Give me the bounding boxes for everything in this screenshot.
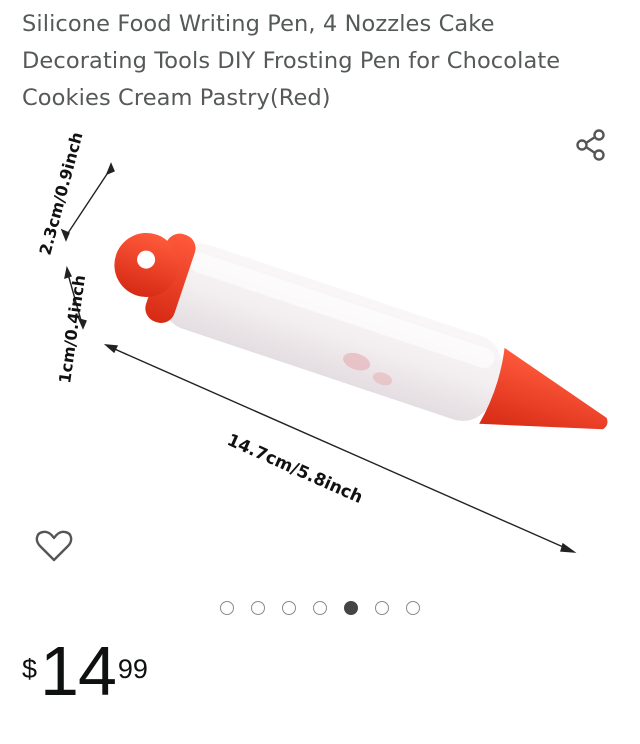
image-carousel-dots	[0, 601, 640, 619]
product-title-line: Silicone Food Writing Pen, 4 Nozzles Cak…	[22, 11, 495, 37]
frosting-pen-illustration	[114, 232, 608, 430]
product-title-line: Decorating Tools DIY Frosting Pen for Ch…	[22, 48, 561, 74]
heart-outline-icon	[35, 530, 73, 562]
height-dimension-label: 2.3cm/0.9inch	[36, 130, 87, 257]
product-title: Silicone Food Writing Pen, 4 Nozzles Cak…	[22, 6, 622, 117]
carousel-dot[interactable]	[220, 601, 234, 615]
price-fraction: 99	[117, 654, 148, 684]
product-title-line: Cookies Cream Pastry(Red)	[22, 85, 331, 111]
carousel-dot[interactable]	[313, 601, 327, 615]
product-image[interactable]: 2.3cm/0.9inch 1cm/0.4inch 14.7cm/5.8inch	[0, 118, 640, 588]
carousel-dot[interactable]	[375, 601, 389, 615]
carousel-dot[interactable]	[251, 601, 265, 615]
cap-dimension-label: 1cm/0.4inch	[55, 274, 89, 385]
carousel-dot[interactable]	[406, 601, 420, 615]
carousel-dot[interactable]	[282, 601, 296, 615]
length-dimension-label: 14.7cm/5.8inch	[224, 430, 366, 508]
wishlist-button[interactable]	[32, 524, 76, 568]
price-whole: 14	[40, 632, 117, 710]
carousel-dot-active[interactable]	[344, 601, 358, 615]
price-currency-symbol: $	[22, 654, 38, 684]
product-price: $ 14 99	[22, 636, 148, 716]
